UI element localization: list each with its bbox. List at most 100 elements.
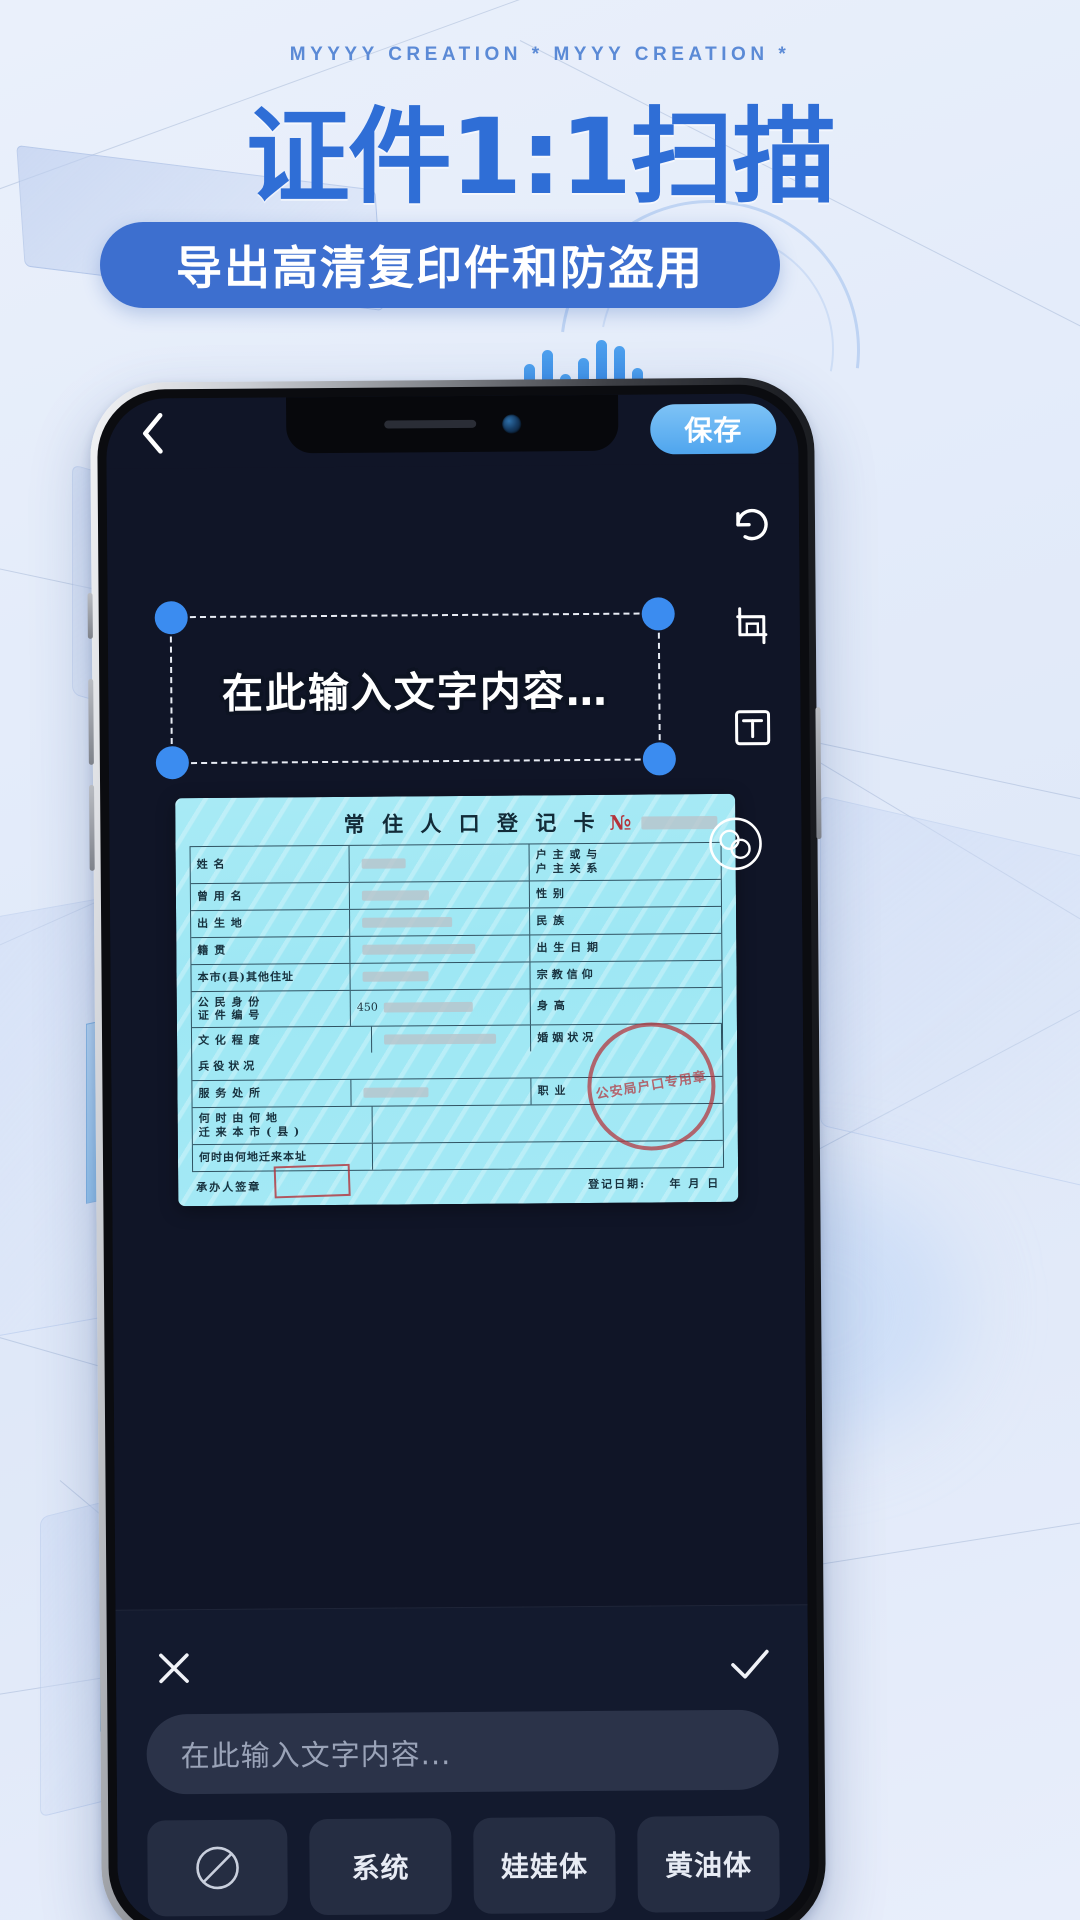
document-header: 常 住 人 口 登 记 卡 №: [189, 804, 721, 846]
document-field-label: 职 业: [532, 1077, 723, 1104]
redaction-bar: [383, 1002, 473, 1013]
document-field-value: [350, 907, 531, 936]
scanned-document[interactable]: 常 住 人 口 登 记 卡 № 姓 名 户 主 或 与户 主 关 系曾 用 名 性 …: [175, 793, 739, 1207]
undo-icon: [736, 508, 768, 541]
document-field-value: [372, 1025, 532, 1053]
document-field-label: 曾 用 名: [190, 882, 351, 910]
no-font-icon: [196, 1846, 239, 1890]
document-field-value: [373, 1140, 723, 1169]
redaction-bar: [362, 970, 429, 982]
document-field-label-text: 何 时 由 何 地迁 来 本 市 ( 县 ): [198, 1111, 301, 1139]
redaction-bar: [361, 858, 406, 869]
redaction-bar: [362, 916, 453, 928]
document-field-label-text: 民 族: [536, 913, 566, 928]
sheet-actions: [146, 1632, 778, 1701]
document-title: 常 住 人 口 登 记 卡: [343, 809, 600, 837]
save-button[interactable]: 保存: [650, 403, 777, 455]
undo-button[interactable]: [725, 497, 777, 549]
text-input-placeholder: 在此输入文字内容...: [180, 1737, 452, 1774]
document-field-value: 450: [350, 988, 532, 1026]
font-option[interactable]: 娃娃体: [473, 1816, 616, 1914]
crop-circle-button[interactable]: [707, 816, 763, 872]
document-field-label: 公 民 身 份证 件 编 号: [191, 990, 351, 1028]
document-field-label-text: 出 生 地: [197, 916, 243, 930]
document-field-label-text: 何时由何地迁来本址: [198, 1149, 308, 1164]
document-field-label-text: 性 别: [536, 886, 565, 901]
selection-handle-bottom-left[interactable]: [155, 746, 190, 780]
handler-signature-stamp-text: [310, 1176, 314, 1186]
subtitle-pill: 导出高清复印件和防盗用: [100, 222, 780, 308]
text-input-field[interactable]: 在此输入文字内容...: [146, 1709, 779, 1795]
eyebrow-text: MYYYY CREATION * MYYY CREATION *: [289, 44, 791, 65]
document-row: 曾 用 名性 别: [190, 879, 722, 911]
text-selection-box[interactable]: 在此输入文字内容…: [154, 597, 676, 780]
document-field-label-text: 本市(县)其他住址: [197, 969, 295, 984]
selection-handle-top-right[interactable]: [641, 597, 675, 631]
phone-volume-down-button: [89, 784, 95, 871]
document-field-label: 出 生 日 期: [530, 933, 721, 960]
crop-button[interactable]: [726, 599, 778, 651]
save-button-label: 保存: [684, 413, 743, 448]
document-field-pair: 婚姻状况: [531, 1023, 723, 1052]
document-row: 籍 贯出 生 日 期: [191, 933, 722, 965]
redaction-bar: [384, 1033, 497, 1045]
document-field-label-text: 户 主 或 与户 主 关 系: [535, 847, 599, 876]
redaction-bar: [361, 889, 429, 901]
text-icon: [735, 710, 771, 746]
font-option-none[interactable]: [147, 1819, 288, 1917]
document-footer-date: 年 月 日: [669, 1176, 721, 1190]
chevron-left-icon: [142, 413, 163, 454]
document-field-value: [350, 934, 531, 963]
document-field-label: 户 主 或 与户 主 关 系: [530, 843, 721, 880]
document-field-label-text: 文 化 程 度: [198, 1033, 261, 1048]
phone-bezel: 保存 在此输入文字内容… 常 住 人 口 登 记 卡 № 姓 名 户 主 或 与…: [96, 384, 820, 1920]
page-title: 证件1:1扫描: [245, 96, 836, 218]
document-footer-right: 登记日期:: [588, 1177, 647, 1191]
text-edit-sheet: 在此输入文字内容... 系统 娃娃体 黄油体: [115, 1604, 810, 1920]
phone-screen: 保存 在此输入文字内容… 常 住 人 口 登 记 卡 № 姓 名 户 主 或 与…: [106, 393, 810, 1920]
font-options-row: 系统 娃娃体 黄油体: [147, 1815, 780, 1920]
document-field-label: 服 务 处 所: [192, 1079, 352, 1108]
confirm-button[interactable]: [722, 1636, 778, 1692]
document-field-label: 宗教信仰: [531, 960, 722, 987]
selection-handle-top-left[interactable]: [154, 601, 188, 635]
close-icon: [159, 1653, 189, 1684]
document-row: 服 务 处 所职 业: [192, 1076, 723, 1109]
document-row: 文 化 程 度 婚姻状况兵役状况: [191, 1023, 723, 1082]
document-field-label-text: 婚姻状况: [537, 1031, 598, 1045]
redaction-bar: [363, 1087, 429, 1098]
font-option[interactable]: 黄油体: [637, 1815, 780, 1913]
document-field-label: 文 化 程 度: [191, 1026, 373, 1055]
selection-handle-bottom-right[interactable]: [642, 742, 676, 776]
document-row: 何 时 由 何 地迁 来 本 市 ( 县 ): [192, 1103, 723, 1145]
font-option-label: 黄油体: [664, 1848, 753, 1883]
document-field-label-text: 出 生 日 期: [536, 940, 600, 955]
document-field-value: [349, 844, 530, 882]
document-field-pair: 兵役状况: [192, 1053, 372, 1080]
document-field-value: [351, 1078, 532, 1106]
document-table: 姓 名 户 主 或 与户 主 关 系曾 用 名 性 别出 生 地 民 族籍 贯 出 生 …: [189, 841, 725, 1172]
font-option-label: 娃娃体: [500, 1850, 589, 1884]
phone-power-button: [815, 707, 822, 840]
document-field-value-text: 450: [356, 1001, 378, 1015]
document-field-value: [349, 880, 531, 909]
document-field-label: 姓 名: [190, 845, 350, 883]
promo-poster: MYYYY CREATION * MYYY CREATION * 证件1:1扫描…: [0, 0, 1080, 1920]
crop-circle-icon: [709, 817, 762, 871]
back-button[interactable]: [130, 411, 174, 455]
document-field-label-text: 职 业: [537, 1084, 567, 1098]
tool-rail: [725, 497, 779, 753]
document-field-label: 身 高: [531, 987, 722, 1024]
text-tool-button[interactable]: [726, 701, 778, 753]
document-field-label-text: 姓 名: [196, 857, 226, 871]
document-field-label: 民 族: [530, 906, 721, 933]
font-option[interactable]: 系统: [309, 1818, 452, 1916]
document-field-label-text: 曾 用 名: [196, 889, 243, 903]
redaction-bar: [641, 815, 718, 830]
document-field-label-text: 身 高: [536, 999, 566, 1013]
cancel-button[interactable]: [146, 1640, 202, 1696]
redaction-bar: [362, 943, 476, 955]
scanned-document-wrap[interactable]: 常 住 人 口 登 记 卡 № 姓 名 户 主 或 与户 主 关 系曾 用 名 性 …: [175, 793, 762, 1207]
document-field-label: 籍 贯: [191, 936, 351, 964]
phone-mute-switch: [87, 592, 93, 639]
